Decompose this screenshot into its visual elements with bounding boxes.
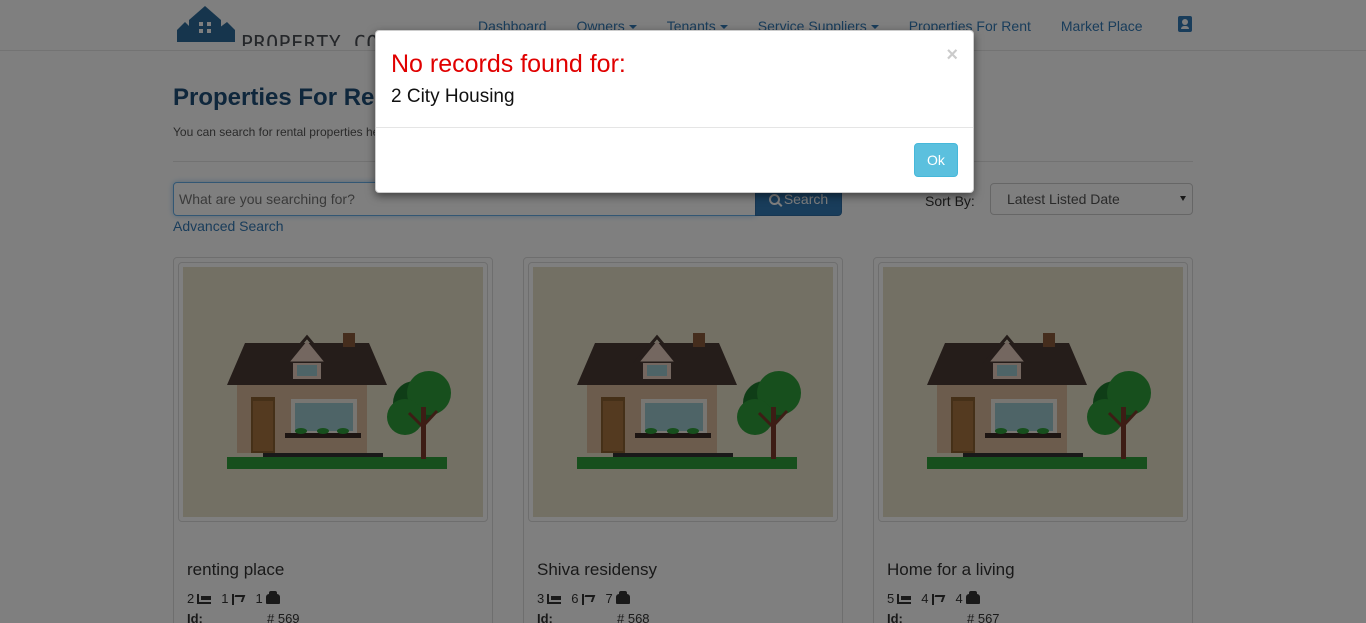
modal-divider — [376, 127, 973, 128]
close-icon[interactable]: × — [946, 45, 958, 65]
ok-button[interactable]: Ok — [914, 143, 958, 177]
modal-search-query: 2 City Housing — [391, 86, 515, 107]
modal-heading: No records found for: — [391, 50, 626, 78]
no-records-modal: × No records found for: 2 City Housing O… — [375, 30, 974, 193]
